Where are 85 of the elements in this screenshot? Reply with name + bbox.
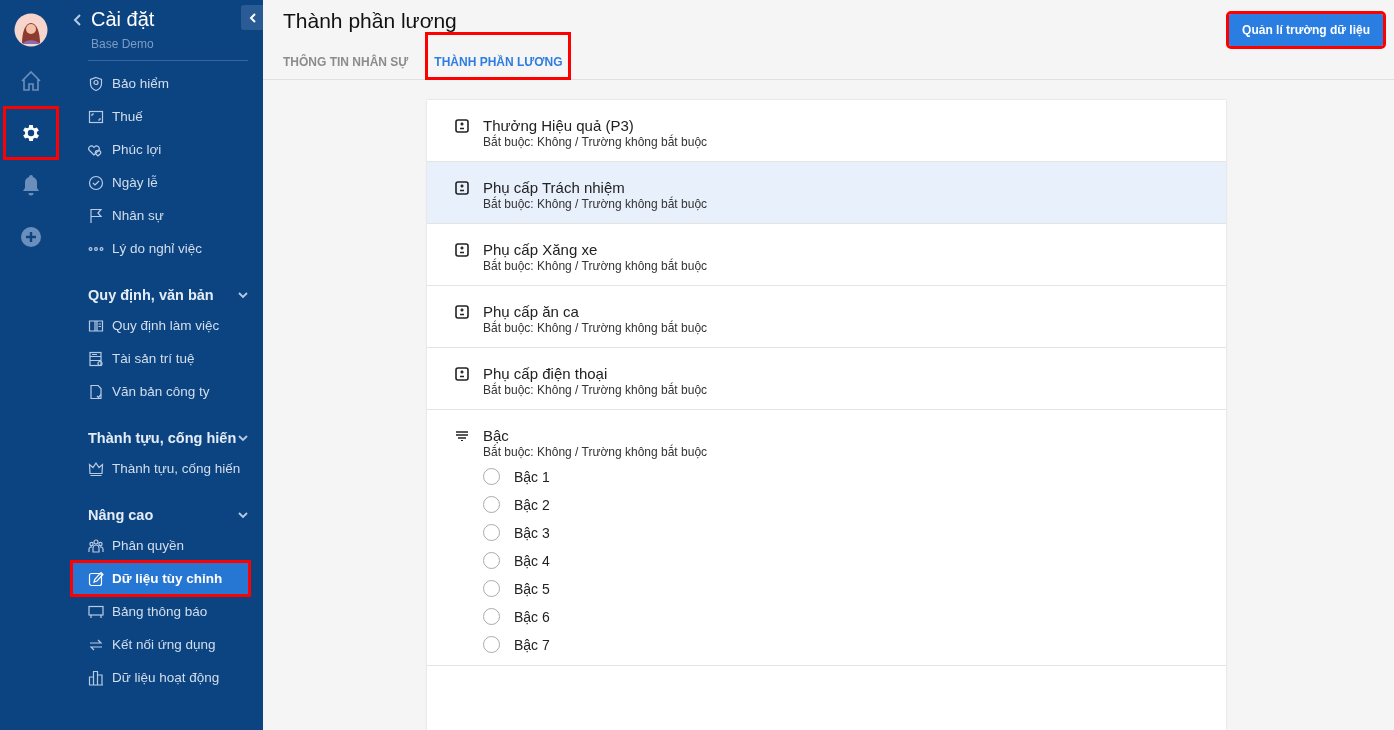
sidebar-item[interactable]: Kết nối ứng dụng [73, 628, 248, 661]
section-heading[interactable]: Quy định, văn bản [88, 287, 214, 303]
edit-icon [88, 570, 104, 587]
radio-option[interactable]: Bậc 6 [483, 608, 708, 625]
field-name: Phụ cấp ăn ca [483, 303, 580, 320]
back-icon[interactable] [73, 14, 81, 26]
doc-icon [88, 383, 104, 400]
sidebar-item[interactable]: Ngày lễ [73, 166, 248, 199]
radio-option[interactable]: Bậc 2 [483, 496, 708, 513]
chevron-down-icon[interactable] [238, 291, 248, 299]
option-label: Bậc 4 [514, 552, 550, 569]
field-meta: Bắt buộc: Không / Trường không bắt buộc [483, 383, 708, 397]
sidebar-item[interactable]: Bảng thông báo [73, 595, 248, 628]
crown-icon [88, 460, 104, 477]
field-meta: Bắt buộc: Không / Trường không bắt buộc [483, 321, 708, 335]
flag-icon [88, 207, 104, 224]
field-meta: Bắt buộc: Không / Trường không bắt buộc [483, 197, 708, 211]
chevron-down-icon[interactable] [238, 434, 248, 442]
bell-icon [21, 174, 41, 196]
sidebar-item[interactable]: Thành tựu, cống hiến [73, 452, 248, 485]
tab[interactable]: THÀNH PHẦN LƯƠNG [428, 35, 569, 77]
frame-icon [88, 108, 104, 125]
people-icon [88, 537, 104, 554]
radio-option[interactable]: Bậc 1 [483, 468, 708, 485]
sidebar-item[interactable]: Bảo hiểm [73, 67, 248, 100]
field-meta: Bắt buộc: Không / Trường không bắt buộc [483, 445, 708, 459]
field-name: Phụ cấp Xăng xe [483, 241, 599, 258]
number-field-icon [455, 181, 469, 195]
shield-icon [88, 75, 104, 92]
sidebar-item[interactable]: Thuế [73, 100, 248, 133]
section-heading[interactable]: Thành tựu, cống hiến [88, 430, 237, 446]
field-meta: Bắt buộc: Không / Trường không bắt buộc [483, 135, 708, 149]
radio-option[interactable]: Bậc 5 [483, 580, 708, 597]
field-row[interactable]: Phụ cấp Xăng xe Bắt buộc: Không / Trường không bắt buộc [427, 224, 1226, 286]
settings-button[interactable] [6, 109, 56, 157]
field-row[interactable]: Phụ cấp điện thoại Bắt buộc: Không / Trường không bắt buộc [427, 348, 1226, 410]
option-label: Bậc 2 [514, 496, 550, 513]
option-label: Bậc 3 [514, 524, 550, 541]
chevron-left-icon [248, 12, 256, 23]
number-field-icon [455, 305, 469, 319]
number-field-icon [455, 119, 469, 133]
book-icon [88, 317, 104, 334]
sidebar-item[interactable]: Tài sản trí tuệ [73, 342, 248, 375]
field-name: Thưởng Hiệu quả (P3) [483, 117, 635, 134]
bars-icon [88, 669, 104, 686]
field-row[interactable]: Bậc Bắt buộc: Không / Trường không bắt buộc Bậc 1 Bậc 2 Bậc 3 Bậc 4 Bậc 5 Bậc 6 Bậc 7 [427, 410, 1226, 666]
field-name: Phụ cấp Trách nhiệm [483, 179, 626, 196]
number-field-icon [455, 243, 469, 257]
sidebar-title: Cài đặt [91, 8, 155, 31]
option-label: Bậc 1 [514, 468, 550, 485]
add-icon [20, 226, 42, 248]
field-name: Bậc [483, 427, 510, 444]
section-heading[interactable]: Nâng cao [88, 507, 154, 523]
field-name: Phụ cấp điện thoại [483, 365, 609, 382]
option-label: Bậc 7 [514, 636, 550, 653]
option-label: Bậc 5 [514, 580, 550, 597]
check-icon [88, 174, 104, 191]
radio-option[interactable]: Bậc 3 [483, 524, 708, 541]
page-title: Thành phần lương [283, 9, 458, 33]
field-row[interactable]: Phụ cấp ăn ca Bắt buộc: Không / Trường không bắt buộc [427, 286, 1226, 348]
sidebar-item[interactable]: Quy định làm việc [73, 309, 248, 342]
sidebar-item[interactable]: Lý do nghỉ việc [73, 232, 248, 265]
home-icon [20, 70, 42, 92]
settings-icon [20, 122, 42, 144]
field-row[interactable]: Phụ cấp Trách nhiệm Bắt buộc: Không / Trường không bắt buộc [427, 162, 1226, 224]
option-label: Bậc 6 [514, 608, 550, 625]
collapse-button[interactable] [241, 5, 263, 30]
board-icon [88, 603, 104, 620]
list-field-icon [455, 429, 469, 443]
dots-icon [88, 246, 104, 251]
sidebar-item[interactable]: Nhân sự [73, 199, 248, 232]
field-meta: Bắt buộc: Không / Trường không bắt buộc [483, 259, 708, 273]
list-icon [88, 350, 104, 367]
radio-option[interactable]: Bậc 4 [483, 552, 708, 569]
radio-option[interactable]: Bậc 7 [483, 636, 708, 653]
sidebar-item[interactable]: Phân quyền [73, 529, 248, 562]
sidebar-item[interactable]: Dữ liệu tùy chỉnh [73, 563, 248, 594]
manage-fields-button[interactable]: Quản lí trường dữ liệu [1229, 14, 1383, 46]
avatar-icon [14, 13, 48, 47]
sidebar-item[interactable]: Dữ liệu hoạt động [73, 661, 248, 694]
sidebar-item[interactable]: Văn bản công ty [73, 375, 248, 408]
sidebar-item[interactable]: Phúc lợi [73, 133, 248, 166]
chevron-down-icon[interactable] [238, 511, 248, 519]
number-field-icon [455, 367, 469, 381]
sidebar-subtitle: Base Demo [91, 37, 155, 51]
